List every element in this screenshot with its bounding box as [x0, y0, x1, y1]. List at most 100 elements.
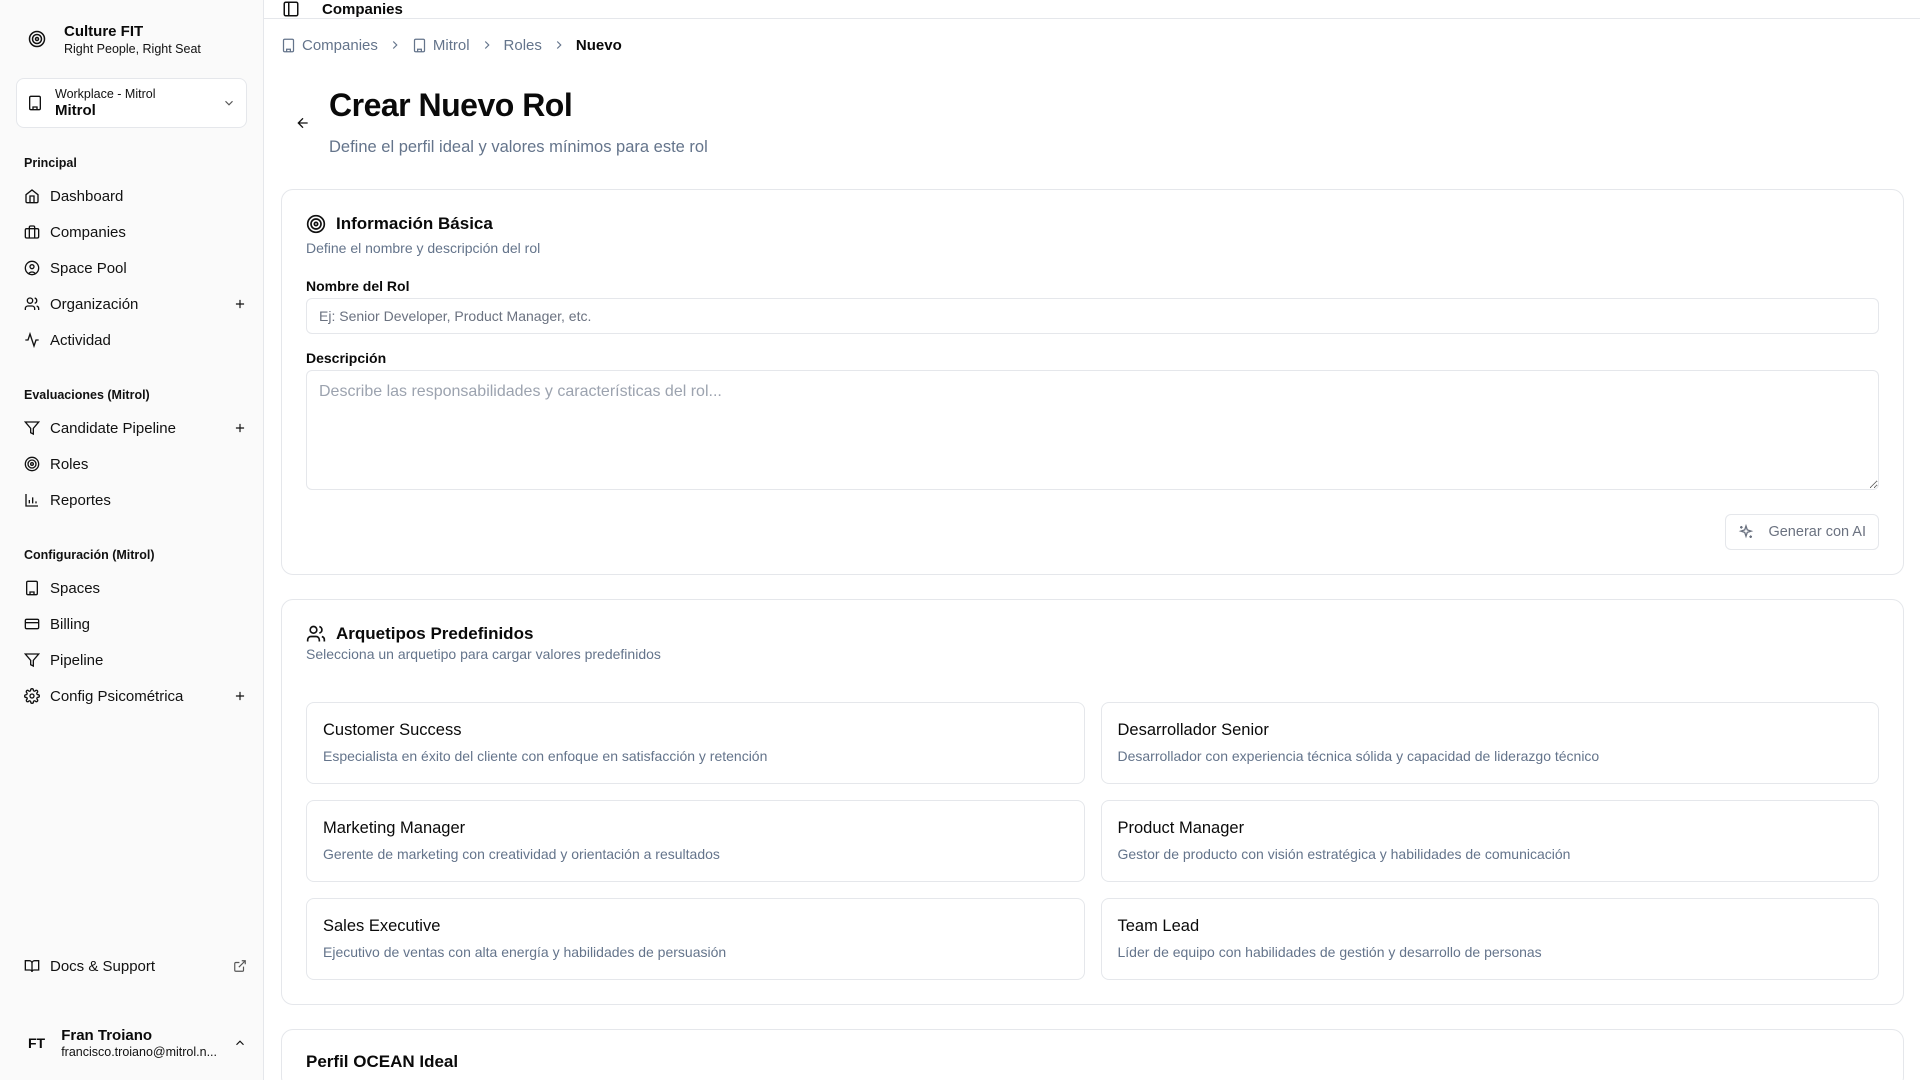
- arrow-left-icon: [295, 115, 311, 131]
- target-icon: [306, 214, 326, 234]
- breadcrumb-current: Nuevo: [575, 36, 622, 54]
- avatar: FT: [28, 1035, 46, 1051]
- sidebar-item-dashboard[interactable]: Dashboard: [0, 178, 263, 214]
- breadcrumb-label: Mitrol: [432, 36, 470, 54]
- topbar-title: Companies: [322, 0, 403, 18]
- archetype-description: Gestor de producto con visión estratégic…: [1117, 846, 1571, 862]
- bar-chart-icon: [24, 492, 40, 508]
- sidebar-item-spaces[interactable]: Spaces: [0, 570, 263, 606]
- archetype-card[interactable]: Customer Success Especialista en éxito d…: [306, 702, 1085, 784]
- book-icon: [24, 958, 40, 974]
- user-email: francisco.troiano@mitrol.n...: [61, 1044, 217, 1059]
- workspace-name: Mitrol: [55, 101, 96, 119]
- sidebar-item-label: Config Psicométrica: [50, 687, 184, 705]
- sidebar-item-config-psicometrica[interactable]: Config Psicométrica: [0, 678, 263, 714]
- sidebar-item-label: Billing: [50, 615, 91, 633]
- archetype-description: Gerente de marketing con creatividad y o…: [323, 846, 720, 862]
- target-icon: [24, 456, 40, 472]
- brand[interactable]: Culture FIT Right People, Right Seat: [0, 0, 263, 78]
- sidebar-item-candidate-pipeline[interactable]: Candidate Pipeline: [0, 410, 263, 446]
- sidebar-item-label: Space Pool: [50, 259, 127, 277]
- plus-icon[interactable]: [233, 689, 247, 703]
- page-subtitle: Define el perfil ideal y valores mínimos…: [329, 138, 708, 156]
- sidebar-item-label: Dashboard: [50, 187, 124, 205]
- sidebar-item-space-pool[interactable]: Space Pool: [0, 250, 263, 286]
- chevron-right-icon: [552, 38, 566, 52]
- brand-name: Culture FIT: [64, 22, 144, 40]
- sidebar-item-label: Organización: [50, 295, 139, 313]
- sidebar-item-label: Candidate Pipeline: [50, 419, 176, 437]
- users-icon: [24, 296, 40, 312]
- archetype-card[interactable]: Product Manager Gestor de producto con v…: [1100, 800, 1879, 882]
- user-menu[interactable]: FT Fran Troiano francisco.troiano@mitrol…: [0, 1006, 263, 1080]
- sidebar-item-actividad[interactable]: Actividad: [0, 322, 263, 358]
- archetype-name: Product Manager: [1117, 819, 1245, 837]
- credit-card-icon: [24, 616, 40, 632]
- ocean-profile-card: Perfil OCEAN Ideal: [281, 1029, 1904, 1080]
- gear-icon: [24, 688, 40, 704]
- archetype-name: Customer Success: [323, 721, 462, 739]
- card-title: Información Básica: [336, 214, 493, 233]
- building-icon: [281, 38, 296, 53]
- archetype-description: Especialista en éxito del cliente con en…: [323, 748, 768, 764]
- page-title: Crear Nuevo Rol: [329, 87, 573, 123]
- sidebar-item-companies[interactable]: Companies: [0, 214, 263, 250]
- breadcrumb-company[interactable]: Mitrol: [412, 37, 470, 54]
- building-icon: [412, 38, 427, 53]
- docs-support-link[interactable]: Docs & Support: [0, 948, 263, 984]
- archetype-description: Desarrollador con experiencia técnica só…: [1117, 748, 1600, 764]
- card-subtitle: Define el nombre y descripción del rol: [306, 240, 541, 256]
- sidebar-item-label: Companies: [50, 223, 126, 241]
- workspace-switcher[interactable]: Workplace - Mitrol Mitrol: [16, 78, 247, 128]
- sidebar-toggle-icon[interactable]: [282, 0, 300, 18]
- building-icon: [27, 95, 43, 111]
- sidebar-item-label: Pipeline: [50, 651, 104, 669]
- brand-tagline: Right People, Right Seat: [64, 41, 201, 56]
- archetype-name: Team Lead: [1117, 917, 1200, 935]
- sidebar-item-reportes[interactable]: Reportes: [0, 482, 263, 518]
- generate-ai-button[interactable]: Generar con AI: [1725, 514, 1879, 550]
- breadcrumb-label: Companies: [302, 36, 378, 54]
- users-icon: [306, 624, 326, 644]
- section-title-evaluaciones: Evaluaciones (Mitrol): [24, 388, 150, 402]
- archetype-card[interactable]: Sales Executive Ejecutivo de ventas con …: [306, 898, 1085, 980]
- sidebar-item-label: Reportes: [50, 491, 111, 509]
- sidebar-item-organizacion[interactable]: Organización: [0, 286, 263, 322]
- user-name: Fran Troiano: [61, 1026, 153, 1044]
- archetype-card[interactable]: Marketing Manager Gerente de marketing c…: [306, 800, 1085, 882]
- sidebar-item-roles[interactable]: Roles: [0, 446, 263, 482]
- circle-user-icon: [24, 260, 40, 276]
- breadcrumb-roles[interactable]: Roles: [504, 37, 542, 54]
- sparkles-icon: [1738, 524, 1754, 540]
- docs-support-label: Docs & Support: [50, 957, 156, 975]
- description-label: Descripción: [306, 350, 387, 366]
- workspace-label: Workplace - Mitrol: [55, 87, 156, 102]
- plus-icon[interactable]: [233, 421, 247, 435]
- card-title: Arquetipos Predefinidos: [336, 624, 534, 643]
- archetype-grid: Customer Success Especialista en éxito d…: [306, 702, 1879, 980]
- card-title: Perfil OCEAN Ideal: [306, 1052, 459, 1071]
- sidebar-item-pipeline[interactable]: Pipeline: [0, 642, 263, 678]
- main-content: Companies Companies Mitrol Roles Nuevo C…: [264, 0, 1920, 1080]
- page-header: Crear Nuevo Rol Define el perfil ideal y…: [281, 71, 1904, 189]
- archetype-card[interactable]: Desarrollador Senior Desarrollador con e…: [1100, 702, 1879, 784]
- chevron-right-icon: [388, 38, 402, 52]
- description-textarea[interactable]: [306, 370, 1879, 490]
- sidebar-item-label: Actividad: [50, 331, 111, 349]
- sidebar-item-billing[interactable]: Billing: [0, 606, 263, 642]
- back-button[interactable]: [287, 107, 319, 139]
- archetype-description: Ejecutivo de ventas con alta energía y h…: [323, 944, 727, 960]
- chevron-down-icon: [222, 96, 236, 110]
- role-name-input[interactable]: [306, 298, 1879, 334]
- topbar: Companies: [264, 0, 1920, 19]
- section-title-configuracion: Configuración (Mitrol): [24, 548, 155, 562]
- plus-icon[interactable]: [233, 297, 247, 311]
- role-name-label: Nombre del Rol: [306, 278, 410, 294]
- chevron-right-icon: [480, 38, 494, 52]
- target-icon: [28, 30, 46, 48]
- archetype-card[interactable]: Team Lead Líder de equipo con habilidade…: [1100, 898, 1879, 980]
- card-subtitle: Selecciona un arquetipo para cargar valo…: [306, 646, 661, 662]
- breadcrumb-companies[interactable]: Companies: [281, 37, 378, 54]
- home-icon: [24, 188, 40, 204]
- breadcrumb: Companies Mitrol Roles Nuevo: [281, 19, 1904, 71]
